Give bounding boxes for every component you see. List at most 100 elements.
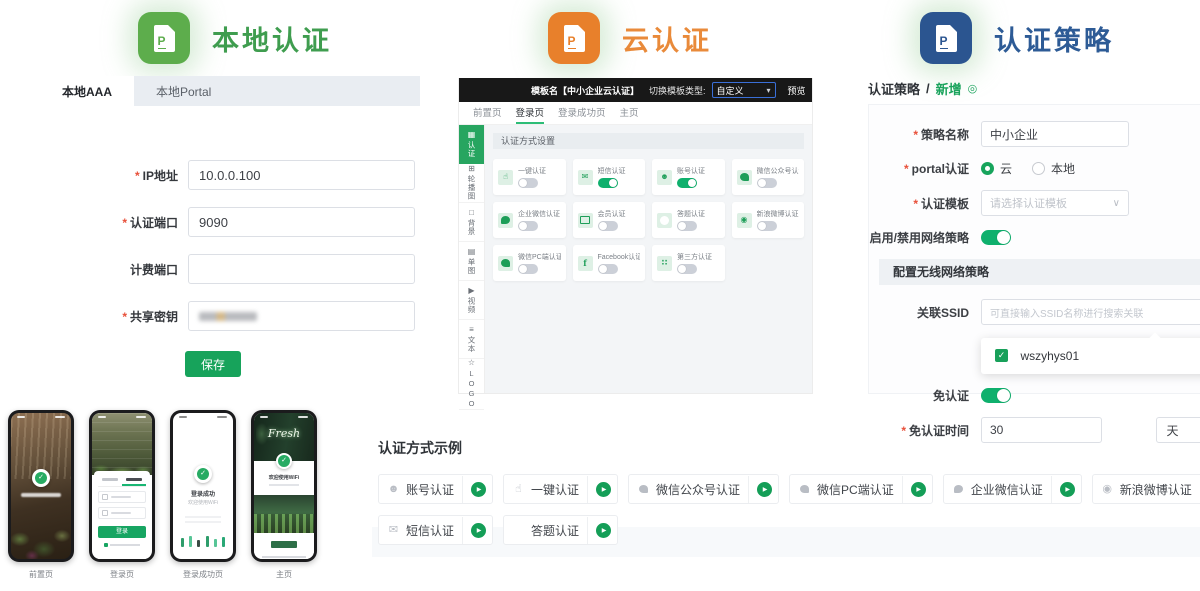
username-input[interactable]: [98, 491, 146, 503]
text-input[interactable]: 9090: [188, 207, 415, 237]
play-icon[interactable]: [596, 482, 611, 497]
example-button[interactable]: 账号认证: [378, 474, 493, 504]
toggle-switch[interactable]: [518, 221, 538, 231]
example-button[interactable]: 微信公众号认证: [628, 474, 779, 504]
text-input[interactable]: [188, 254, 415, 284]
auth-template-select[interactable]: 请选择认证模板: [981, 190, 1129, 216]
sidebar-item[interactable]: 背景: [459, 203, 484, 242]
example-button[interactable]: 新浪微博认证: [1092, 474, 1200, 504]
play-icon[interactable]: [1060, 482, 1075, 497]
enable-policy-toggle[interactable]: [981, 230, 1011, 245]
example-button[interactable]: 微信PC端认证: [789, 474, 933, 504]
user-icon: [657, 170, 672, 185]
toggle-switch[interactable]: [518, 264, 538, 274]
sidebar-item[interactable]: 认证: [459, 125, 484, 164]
field-label: IP地址: [40, 167, 178, 184]
password-input[interactable]: [98, 507, 146, 519]
sidebar-item[interactable]: 单图: [459, 242, 484, 281]
editor-tab[interactable]: 登录成功页: [558, 102, 606, 124]
sb-bg-icon: [469, 209, 474, 217]
example-button[interactable]: 短信认证: [378, 515, 493, 545]
sidebar-item[interactable]: 文本: [459, 320, 484, 359]
text-input[interactable]: 10.0.0.100: [188, 160, 415, 190]
login-tab-active[interactable]: [122, 475, 146, 486]
template-type-select[interactable]: 自定义: [712, 82, 776, 98]
check-badge: [276, 453, 292, 469]
auth-examples-section: 认证方式示例 账号认证 一键认证: [378, 438, 1200, 556]
toggle-switch[interactable]: [757, 178, 777, 188]
status-bar: [173, 416, 233, 420]
wecom-icon: [498, 213, 513, 228]
toggle-switch[interactable]: [677, 178, 697, 188]
required-star: [135, 169, 140, 183]
editor-sidebar: 认证 轮播图 背景 单图: [459, 125, 485, 393]
editor-tab[interactable]: 登录页: [516, 102, 545, 124]
phone-label: 前置页: [8, 569, 74, 580]
store-photo: [254, 495, 314, 533]
radio-cloud[interactable]: [981, 162, 994, 175]
editor-tab[interactable]: 主页: [620, 102, 639, 124]
toggle-switch[interactable]: [598, 264, 618, 274]
toggle-switch[interactable]: [598, 221, 618, 231]
auth-method-label: 微信公众号认证: [757, 166, 800, 176]
sb-video-icon: [468, 287, 474, 295]
marker-icon: [968, 82, 978, 95]
policy-name-input[interactable]: 中小企业: [981, 121, 1129, 147]
save-button[interactable]: 保存: [185, 351, 241, 377]
text-input[interactable]: [188, 301, 415, 331]
toggle-switch[interactable]: [757, 221, 777, 231]
form-row: 认证端口 9090: [40, 207, 415, 237]
toggle-switch[interactable]: [518, 178, 538, 188]
phone-screen: Fresh 欢迎使用WiFi: [254, 413, 314, 559]
card-body: 微信公众号认证: [757, 166, 800, 188]
sidebar-item[interactable]: 轮播图: [459, 164, 484, 203]
example-button[interactable]: 答题认证: [503, 515, 618, 545]
template-name: 模板名【中小企业云认证】: [531, 84, 639, 97]
divider: [462, 476, 463, 503]
input-value: 中小企业: [990, 126, 1038, 143]
play-icon[interactable]: [757, 482, 772, 497]
checkbox-icon[interactable]: [104, 543, 108, 547]
sidebar-item[interactable]: 视频: [459, 281, 484, 320]
phone-mockup-login: 登录: [89, 410, 155, 562]
redacted-value: [199, 312, 257, 321]
required-star: [122, 216, 127, 230]
radio-local-label: 本地: [1051, 160, 1075, 177]
play-icon[interactable]: [471, 523, 486, 538]
tab[interactable]: 本地Portal: [134, 76, 233, 106]
login-button[interactable]: 登录: [98, 526, 146, 538]
free-auth-toggle[interactable]: [981, 388, 1011, 403]
example-label: 微信公众号认证: [656, 481, 740, 498]
sidebar-item[interactable]: LOGO: [459, 359, 484, 410]
play-icon[interactable]: [471, 482, 486, 497]
lock-icon: [102, 510, 108, 516]
toggle-switch[interactable]: [677, 264, 697, 274]
photo-plants: [11, 493, 71, 559]
toggle-switch[interactable]: [677, 221, 697, 231]
breadcrumb-root[interactable]: 认证策略: [868, 79, 920, 98]
example-button[interactable]: 一键认证: [503, 474, 618, 504]
local-auth-form: IP地址 10.0.0.100 认证端口 9090 计费端口: [40, 160, 415, 348]
play-icon[interactable]: [596, 523, 611, 538]
ssid-option[interactable]: wszyhys01: [1020, 349, 1079, 363]
field-label: 共享密钥: [40, 308, 178, 325]
tab[interactable]: 本地AAA: [40, 76, 134, 106]
field-label-text: IP地址: [143, 169, 178, 183]
field-label-text: 计费端口: [130, 263, 178, 277]
checkbox-checked-icon[interactable]: [995, 349, 1008, 362]
document-icon: P: [138, 12, 190, 64]
radio-cloud-label: 云: [1000, 160, 1012, 177]
ssid-search-input[interactable]: 可直接输入SSID名称进行搜索关联: [981, 299, 1200, 325]
check-badge: [194, 465, 212, 483]
example-button[interactable]: 企业微信认证: [943, 474, 1082, 504]
login-tab[interactable]: [98, 475, 122, 486]
preview-button[interactable]: 预览: [788, 84, 806, 97]
toggle-switch[interactable]: [598, 178, 618, 188]
editor-tab[interactable]: 前置页: [473, 102, 502, 124]
example-label: 账号认证: [406, 481, 454, 498]
wecom-icon: [952, 485, 965, 493]
sb-carousel-icon: [468, 165, 475, 173]
play-icon[interactable]: [911, 482, 926, 497]
radio-local[interactable]: [1032, 162, 1045, 175]
local-auth-tabs: 本地AAA 本地Portal: [40, 76, 420, 106]
